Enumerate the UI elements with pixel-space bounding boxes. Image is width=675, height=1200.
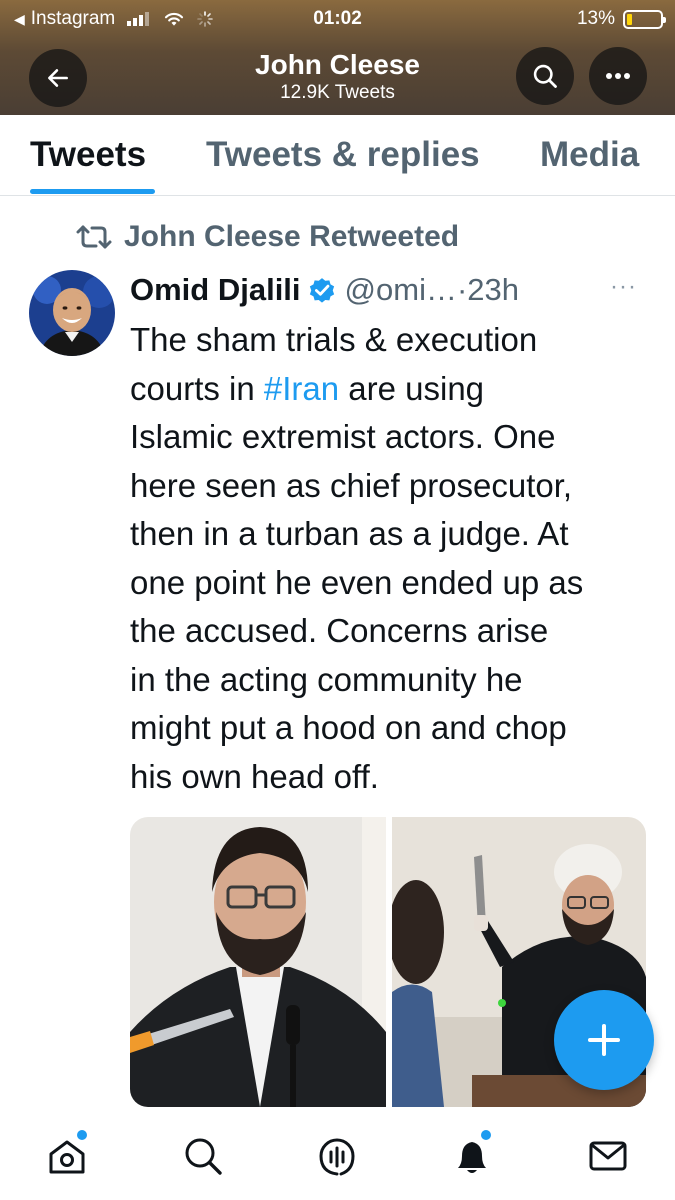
- tweet-count: 12.9K Tweets: [280, 82, 395, 103]
- tab-tweets-and-replies[interactable]: Tweets & replies: [206, 135, 480, 175]
- more-dots-icon: [606, 73, 630, 79]
- home-icon: [49, 1140, 85, 1174]
- nav-notifications[interactable]: [450, 1130, 494, 1178]
- tweet-text-line: Islamic extremist actors. One: [130, 418, 556, 455]
- tweet-text: The sham trials & execution courts in #I…: [130, 316, 660, 801]
- nav-messages[interactable]: [586, 1134, 630, 1178]
- notifications-badge-dot: [481, 1130, 491, 1140]
- status-bar: ◀ Instagram 01:02 13%: [0, 0, 675, 38]
- retweet-icon: [76, 225, 112, 249]
- tweet-text-line: courts in #Iran are using: [130, 365, 660, 414]
- media-photo-prosecutor[interactable]: [130, 817, 386, 1107]
- battery-percent: 13%: [576, 8, 615, 29]
- tab-media[interactable]: Media: [540, 135, 639, 175]
- author-handle[interactable]: @omi…: [345, 272, 457, 308]
- tab-tweets[interactable]: Tweets: [30, 135, 146, 175]
- plus-icon: [588, 1024, 620, 1056]
- tweet-more-button[interactable]: ···: [610, 273, 637, 301]
- clock: 01:02: [313, 8, 362, 29]
- tweet-text-line: in the acting community he: [130, 660, 523, 698]
- retweet-label: John Cleese Retweeted: [124, 220, 460, 253]
- author-avatar[interactable]: [29, 270, 115, 356]
- search-icon: [533, 64, 557, 88]
- search-button[interactable]: [516, 47, 574, 105]
- avatar-image: [29, 270, 115, 356]
- more-options-button[interactable]: [589, 47, 647, 105]
- tweet-timestamp[interactable]: 23h: [467, 272, 519, 308]
- profile-tabs: Tweets Tweets & replies Media: [0, 115, 675, 196]
- envelope-icon: [589, 1141, 627, 1171]
- tweet-text-line: the accused. Concerns arise: [130, 612, 549, 649]
- tweet-text-line: here seen as chief prosecutor,: [130, 466, 573, 504]
- home-badge-dot: [77, 1130, 87, 1140]
- tweet-author-line: Omid Djalili @omi… · 23h: [130, 268, 519, 312]
- profile-header: ◀ Instagram 01:02 13% John Cleese 12.9K …: [0, 0, 675, 115]
- status-bar-right: 13%: [576, 8, 666, 30]
- verified-badge-icon: [309, 278, 334, 303]
- tweet-text-line: one point he even ended up as: [130, 563, 584, 601]
- tweet-text-line: might put a hood on and chop: [130, 709, 567, 746]
- tweet-text-line: his own head off.: [130, 757, 379, 795]
- tweet-text-fragment: are using: [339, 369, 485, 407]
- compose-tweet-button[interactable]: [554, 990, 654, 1090]
- nav-search[interactable]: [181, 1134, 225, 1178]
- spaces-icon: [319, 1138, 355, 1176]
- bottom-navigation: [0, 1112, 675, 1200]
- tweet-text-fragment: courts in: [130, 369, 264, 407]
- nav-home[interactable]: [45, 1130, 89, 1178]
- tweet-text-line: The sham trials & execution: [130, 321, 538, 358]
- nav-spaces[interactable]: [315, 1134, 359, 1178]
- tweet-text-line: then in a turban as a judge. At: [130, 515, 569, 552]
- bell-icon: [458, 1142, 486, 1173]
- retweet-context[interactable]: John Cleese Retweeted: [74, 220, 459, 254]
- active-tab-indicator: [30, 189, 155, 194]
- meta-separator: ·: [456, 272, 468, 307]
- hashtag-link[interactable]: #Iran: [264, 370, 339, 407]
- author-name[interactable]: Omid Djalili: [130, 272, 301, 308]
- search-icon: [185, 1138, 222, 1175]
- battery-icon: [623, 9, 666, 29]
